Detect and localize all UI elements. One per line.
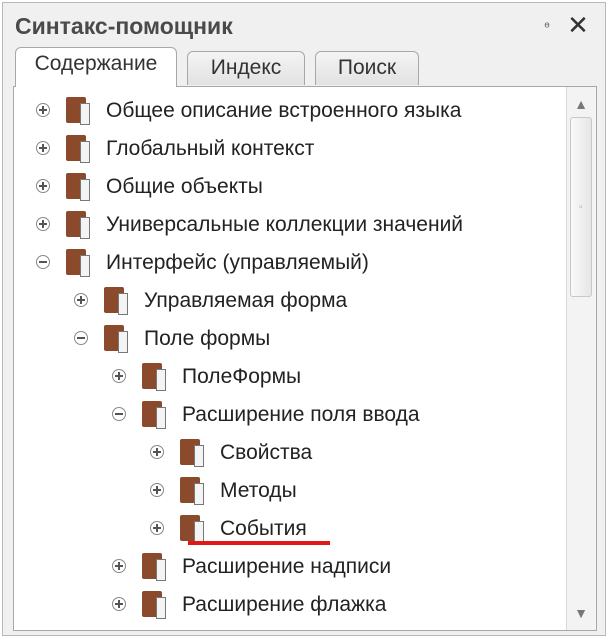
tree-item[interactable]: ПолеФормы	[14, 359, 566, 395]
tree-item[interactable]: Свойства	[14, 435, 566, 471]
scroll-up-icon[interactable]: ▲	[570, 93, 592, 115]
collapse-icon[interactable]	[36, 255, 50, 269]
grip-icon: ▫	[579, 202, 583, 213]
book-icon	[142, 553, 166, 581]
tree-item-label[interactable]: Расширение поля ввода	[182, 401, 420, 429]
close-icon[interactable]: ✕	[565, 11, 591, 39]
expand-icon[interactable]	[36, 141, 50, 155]
collapse-icon[interactable]	[74, 331, 88, 345]
tree-item-label[interactable]: Расширение надписи	[182, 553, 391, 581]
contents-tree: Общее описание встроенного языка Глобальн…	[14, 87, 566, 630]
tree-item-label[interactable]: Свойства	[220, 439, 312, 467]
book-icon	[180, 439, 204, 467]
tab-index[interactable]: Индекс	[187, 51, 305, 85]
scroll-down-icon[interactable]: ▼	[570, 602, 592, 624]
book-icon	[142, 363, 166, 391]
book-icon	[142, 591, 166, 619]
window-title: Синтакс-помощник	[15, 13, 233, 39]
expand-icon[interactable]	[150, 521, 164, 535]
pin-icon[interactable]: ᶱ	[541, 17, 553, 35]
expand-icon[interactable]	[36, 179, 50, 193]
tree-item-label[interactable]: ПолеФормы	[182, 363, 301, 391]
tree-item-label[interactable]: Общие объекты	[106, 173, 263, 201]
book-icon	[104, 325, 128, 353]
contents-panel: Общее описание встроенного языка Глобальн…	[13, 86, 597, 631]
tree-item[interactable]: Расширение поля ввода	[14, 397, 566, 433]
tree-item-label[interactable]: Расширение флажка	[182, 591, 386, 619]
tree-item[interactable]: Глобальный контекст	[14, 131, 566, 167]
tree-item[interactable]: Методы	[14, 473, 566, 509]
book-icon	[104, 287, 128, 315]
tab-strip: Содержание Индекс Поиск	[9, 47, 599, 87]
tree-item[interactable]: Поле формы	[14, 321, 566, 357]
tree-item[interactable]: Общие объекты	[14, 169, 566, 205]
expand-icon[interactable]	[112, 597, 126, 611]
tree-item-label[interactable]: Глобальный контекст	[106, 135, 314, 163]
tree-item[interactable]: Управляемая форма	[14, 283, 566, 319]
book-icon	[66, 249, 90, 277]
syntax-helper-window: Синтакс-помощник ᶱ ✕ Содержание Индекс П…	[2, 2, 606, 636]
expand-icon[interactable]	[112, 559, 126, 573]
expand-icon[interactable]	[74, 293, 88, 307]
tab-search[interactable]: Поиск	[315, 51, 419, 85]
tab-contents[interactable]: Содержание	[15, 47, 177, 87]
book-icon	[66, 135, 90, 163]
vertical-scrollbar[interactable]: ▲ ▫ ▼	[566, 87, 596, 630]
book-icon	[66, 97, 90, 125]
tree-item[interactable]: Универсальные коллекции значений	[14, 207, 566, 243]
tree-item[interactable]: Расширение надписи	[14, 549, 566, 585]
tree-item[interactable]: Интерфейс (управляемый)	[14, 245, 566, 281]
tree-item-label[interactable]: События	[220, 515, 307, 543]
book-icon	[66, 173, 90, 201]
tree-item-label[interactable]: Интерфейс (управляемый)	[106, 249, 369, 277]
book-icon	[66, 211, 90, 239]
expand-icon[interactable]	[112, 369, 126, 383]
tree-item-label[interactable]: Универсальные коллекции значений	[106, 211, 463, 239]
scroll-thumb[interactable]: ▫	[570, 117, 592, 297]
expand-icon[interactable]	[150, 445, 164, 459]
tree-item-label[interactable]: Методы	[220, 477, 297, 505]
book-icon	[142, 401, 166, 429]
tree-item-label[interactable]: Управляемая форма	[144, 287, 347, 315]
tree-item[interactable]: Расширение флажка	[14, 587, 566, 623]
highlight-underline	[188, 541, 330, 545]
tree-item-label[interactable]: Поле формы	[144, 325, 270, 353]
tree-item-label[interactable]: Общее описание встроенного языка	[106, 97, 461, 125]
expand-icon[interactable]	[36, 103, 50, 117]
expand-icon[interactable]	[150, 483, 164, 497]
expand-icon[interactable]	[36, 217, 50, 231]
book-icon	[180, 515, 204, 543]
title-bar: Синтакс-помощник ᶱ ✕	[3, 3, 605, 49]
collapse-icon[interactable]	[112, 407, 126, 421]
book-icon	[180, 477, 204, 505]
tree-item[interactable]: Общее описание встроенного языка	[14, 93, 566, 129]
